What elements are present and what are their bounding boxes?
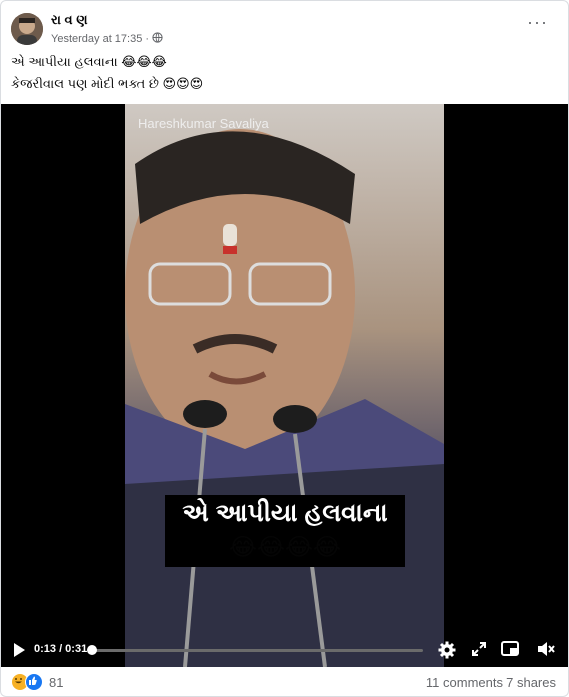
reactions-summary[interactable]: 81 bbox=[11, 673, 63, 691]
picture-in-picture-icon[interactable] bbox=[501, 641, 519, 662]
fullscreen-icon[interactable] bbox=[471, 641, 487, 662]
video-frame bbox=[125, 104, 444, 667]
more-options-icon[interactable]: ··· bbox=[527, 13, 548, 31]
progress-handle[interactable] bbox=[87, 645, 97, 655]
avatar-image bbox=[11, 13, 43, 45]
video-player[interactable]: Hareshkumar Savaliya એ આપીયા હલવાના 😂😂😂😂… bbox=[1, 104, 568, 667]
reaction-count: 81 bbox=[49, 674, 64, 690]
globe-icon bbox=[152, 32, 163, 46]
post-meta: Yesterday at 17:35 · bbox=[51, 32, 163, 46]
avatar[interactable] bbox=[11, 13, 43, 45]
play-icon[interactable] bbox=[12, 642, 26, 663]
meta-separator: · bbox=[145, 33, 150, 45]
video-watermark: Hareshkumar Savaliya bbox=[138, 116, 269, 131]
author-name[interactable]: રા વ ણ bbox=[51, 12, 88, 28]
post-timestamp[interactable]: Yesterday at 17:35 bbox=[51, 33, 142, 45]
volume-muted-icon[interactable] bbox=[537, 641, 555, 662]
progress-bar[interactable] bbox=[91, 649, 423, 652]
post-card: રા વ ણ Yesterday at 17:35 · ··· એ આપીયા … bbox=[0, 0, 569, 697]
shares-count[interactable]: 7 shares bbox=[506, 675, 556, 690]
like-reaction-icon bbox=[25, 673, 43, 691]
post-footer: 81 11 comments 7 shares bbox=[1, 669, 568, 696]
video-controls: 0:13 / 0:31 bbox=[1, 633, 568, 667]
video-time: 0:13 / 0:31 bbox=[34, 643, 88, 655]
comments-count[interactable]: 11 comments bbox=[426, 675, 503, 690]
settings-gear-icon[interactable] bbox=[438, 641, 456, 664]
speaker-illustration bbox=[125, 104, 444, 667]
subtitle-emoji: 😂😂😂😂 bbox=[228, 534, 342, 561]
subtitle-text: એ આપીયા હલવાના bbox=[182, 499, 388, 527]
video-subtitle: એ આપીયા હલવાના 😂😂😂😂 bbox=[165, 495, 405, 567]
post-caption-line-2: કેજરીવાલ પણ મોદી ભક્ત છે 😍😍😍 bbox=[11, 76, 204, 91]
post-caption-line-1: એ આપીયા હલવાના 😂😂😂 bbox=[11, 54, 167, 69]
